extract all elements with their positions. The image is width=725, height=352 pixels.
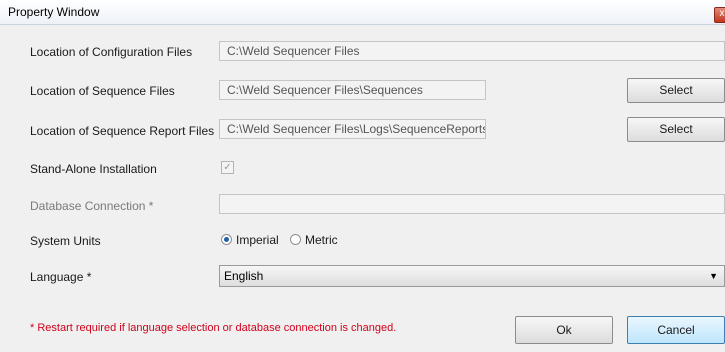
standalone-checkbox[interactable]: ✓: [221, 161, 234, 174]
select-report-files-button[interactable]: Select: [627, 117, 725, 142]
language-label: Language *: [30, 270, 92, 284]
radio-metric[interactable]: [290, 234, 301, 245]
sequence-files-label: Location of Sequence Files: [30, 84, 175, 98]
report-files-label: Location of Sequence Report Files: [30, 124, 215, 138]
report-files-field[interactable]: C:\Weld Sequencer Files\Logs\SequenceRep…: [219, 119, 486, 139]
property-window: Property Window x Location of Configurat…: [0, 0, 725, 352]
database-connection-field[interactable]: [219, 194, 725, 214]
config-files-label: Location of Configuration Files: [30, 45, 193, 59]
metric-label[interactable]: Metric: [305, 233, 338, 247]
select-sequence-files-button[interactable]: Select: [627, 78, 725, 103]
title-bar: Property Window x: [0, 0, 725, 25]
imperial-label[interactable]: Imperial: [236, 233, 279, 247]
system-units-label: System Units: [30, 234, 101, 248]
database-label: Database Connection *: [30, 199, 154, 213]
close-icon[interactable]: x: [714, 7, 725, 23]
radio-imperial[interactable]: [221, 234, 232, 245]
cancel-button[interactable]: Cancel: [627, 316, 725, 344]
dropdown-arrow-icon[interactable]: ▼: [709, 266, 718, 286]
restart-note: * Restart required if language selection…: [30, 322, 397, 334]
sequence-files-field[interactable]: C:\Weld Sequencer Files\Sequences: [219, 80, 486, 100]
config-files-field[interactable]: C:\Weld Sequencer Files: [219, 41, 725, 61]
window-title: Property Window: [8, 5, 100, 19]
standalone-label: Stand-Alone Installation: [30, 162, 157, 176]
language-value: English: [224, 269, 264, 283]
ok-button[interactable]: Ok: [515, 316, 613, 344]
language-select[interactable]: English ▼: [219, 265, 725, 287]
